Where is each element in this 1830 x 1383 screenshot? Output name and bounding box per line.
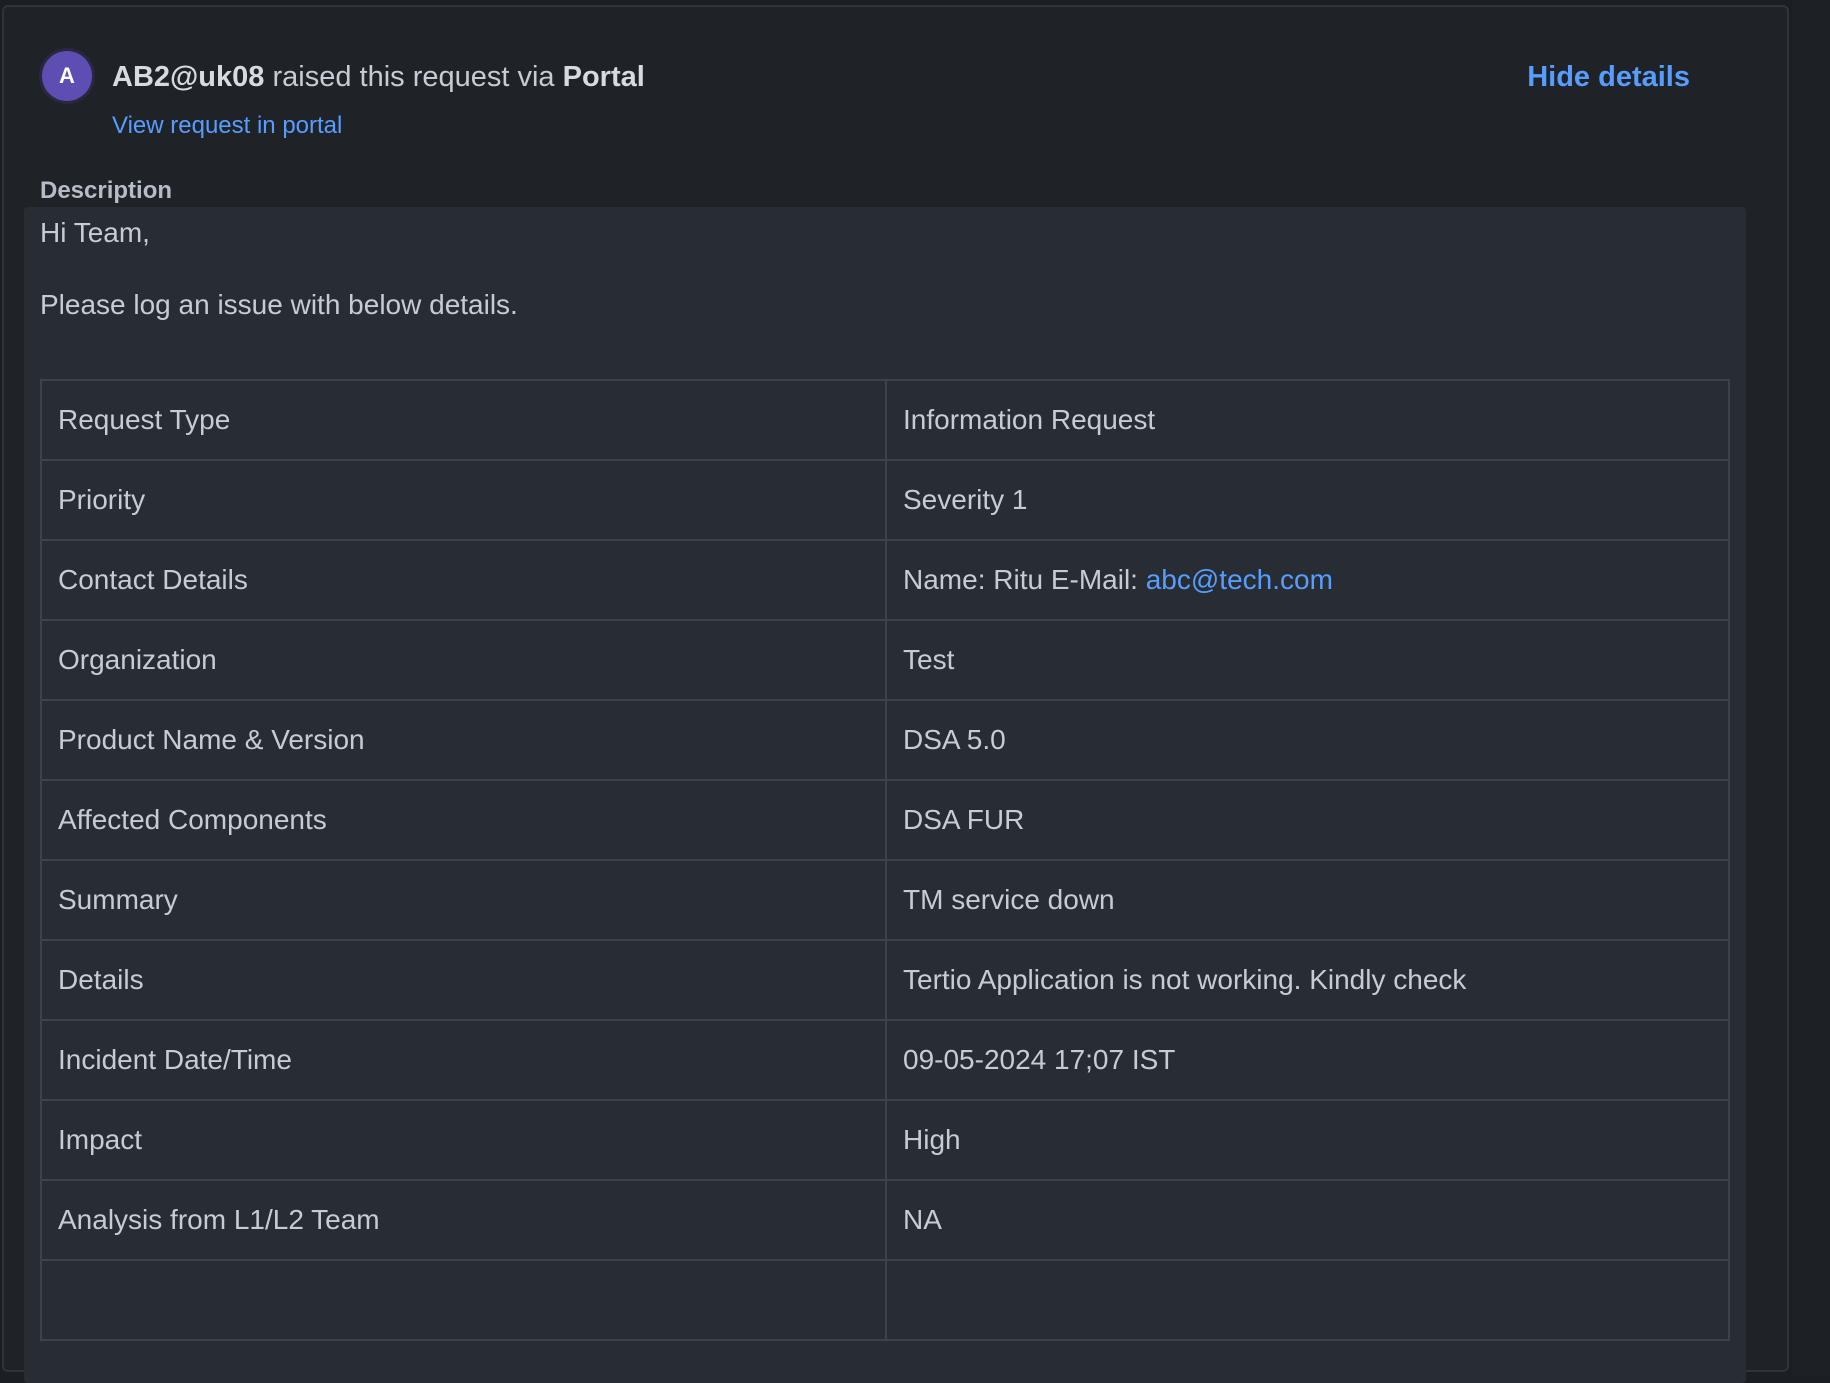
table-row: Contact Details Name: Ritu E-Mail: abc@t… bbox=[40, 539, 1730, 621]
row-value: TM service down bbox=[885, 859, 1730, 941]
row-value: Information Request bbox=[885, 379, 1730, 461]
row-value: Name: Ritu E-Mail: abc@tech.com bbox=[885, 539, 1730, 621]
contact-name-text: Name: Ritu E-Mail: bbox=[903, 564, 1138, 595]
greeting-text: Hi Team, bbox=[40, 217, 150, 248]
row-value: DSA 5.0 bbox=[885, 699, 1730, 781]
row-key: Summary bbox=[40, 859, 887, 941]
table-row: Analysis from L1/L2 Team NA bbox=[40, 1179, 1730, 1261]
action-text: raised this request via bbox=[272, 61, 555, 93]
row-key: Priority bbox=[40, 459, 887, 541]
row-value: High bbox=[885, 1099, 1730, 1181]
row-value bbox=[885, 1259, 1730, 1341]
table-row bbox=[40, 1259, 1730, 1341]
details-table: Request Type Information Request Priorit… bbox=[40, 379, 1730, 1341]
row-value: Tertio Application is not working. Kindl… bbox=[885, 939, 1730, 1021]
table-row: Request Type Information Request bbox=[40, 379, 1730, 461]
row-key: Organization bbox=[40, 619, 887, 701]
row-value: 09-05-2024 17;07 IST bbox=[885, 1019, 1730, 1101]
row-value: Severity 1 bbox=[885, 459, 1730, 541]
view-in-portal-link[interactable]: View request in portal bbox=[112, 110, 342, 142]
row-key: Details bbox=[40, 939, 887, 1021]
row-key: Affected Components bbox=[40, 779, 887, 861]
description-label: Description bbox=[40, 177, 173, 204]
row-key: Product Name & Version bbox=[40, 699, 887, 781]
table-row: Product Name & Version DSA 5.0 bbox=[40, 699, 1730, 781]
request-details-panel: A AB2@uk08 raised this request via Porta… bbox=[2, 5, 1789, 1383]
table-row: Summary TM service down bbox=[40, 859, 1730, 941]
description-content[interactable]: Hi Team, Please log an issue with below … bbox=[24, 207, 1746, 1383]
row-value: NA bbox=[885, 1179, 1730, 1261]
row-key bbox=[40, 1259, 887, 1341]
table-row: Impact High bbox=[40, 1099, 1730, 1181]
table-row: Organization Test bbox=[40, 619, 1730, 701]
row-key: Incident Date/Time bbox=[40, 1019, 887, 1101]
reporter-name[interactable]: AB2@uk08 bbox=[112, 61, 264, 93]
row-key: Request Type bbox=[40, 379, 887, 461]
avatar[interactable]: A bbox=[42, 51, 92, 101]
channel-name: Portal bbox=[562, 61, 645, 93]
intro-text: Please log an issue with below details. bbox=[40, 289, 518, 320]
row-key: Analysis from L1/L2 Team bbox=[40, 1179, 887, 1261]
table-row: Priority Severity 1 bbox=[40, 459, 1730, 541]
table-row: Incident Date/Time 09-05-2024 17;07 IST bbox=[40, 1019, 1730, 1101]
hide-details-button[interactable]: Hide details bbox=[1527, 57, 1690, 97]
table-row: Affected Components DSA FUR bbox=[40, 779, 1730, 861]
row-value: DSA FUR bbox=[885, 779, 1730, 861]
table-row: Details Tertio Application is not workin… bbox=[40, 939, 1730, 1021]
right-gutter bbox=[1792, 0, 1830, 1376]
row-key: Contact Details bbox=[40, 539, 887, 621]
email-link[interactable]: abc@tech.com bbox=[1146, 564, 1333, 595]
request-headline: AB2@uk08 raised this request via Portal bbox=[112, 57, 645, 97]
row-key: Impact bbox=[40, 1099, 887, 1181]
row-value: Test bbox=[885, 619, 1730, 701]
